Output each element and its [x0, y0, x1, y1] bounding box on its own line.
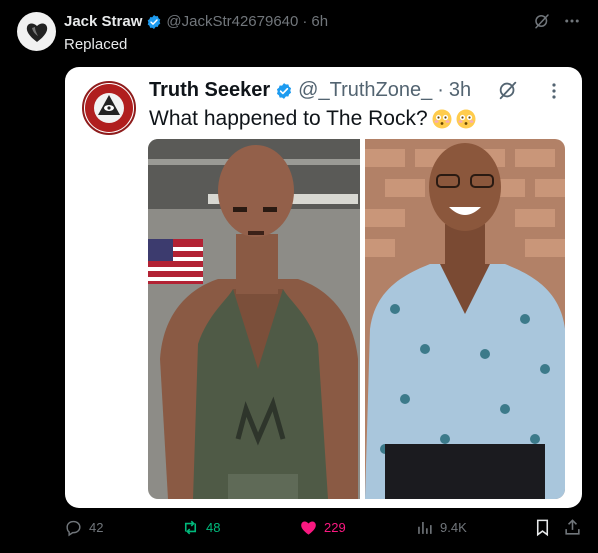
view-count: 9.4K: [440, 520, 467, 535]
share-icon: [565, 519, 580, 535]
grok-icon[interactable]: [533, 12, 551, 30]
quoted-post-text-content: What happened to The Rock?: [149, 107, 428, 130]
repost-button[interactable]: 48: [181, 518, 220, 537]
flushed-face-emoji-icon: [432, 109, 452, 129]
views-button[interactable]: 9.4K: [415, 518, 467, 537]
header-separator: ·: [302, 13, 308, 30]
photo-left-gym: [148, 139, 360, 499]
quoted-author-name[interactable]: Truth Seeker: [149, 79, 270, 102]
more-options-icon[interactable]: [563, 12, 581, 30]
quoted-author-avatar[interactable]: [82, 81, 136, 135]
author-name[interactable]: Jack Straw: [64, 13, 142, 30]
heart-filled-icon: [301, 521, 316, 535]
like-button[interactable]: 229: [299, 518, 346, 537]
reply-icon: [66, 520, 81, 537]
quoted-post-time[interactable]: 3h: [449, 79, 471, 102]
heart-photo-icon: [26, 22, 47, 42]
post-time[interactable]: 6h: [311, 13, 328, 30]
truth-zone-logo-icon: [85, 84, 133, 132]
grok-icon[interactable]: [497, 79, 519, 101]
more-options-icon[interactable]: [547, 81, 561, 101]
flushed-face-emoji-icon: [456, 109, 476, 129]
bookmark-icon: [536, 519, 549, 537]
author-avatar[interactable]: [17, 12, 56, 51]
reply-button[interactable]: 42: [64, 518, 103, 537]
analytics-icon: [418, 521, 432, 534]
verified-badge-icon: [148, 14, 161, 29]
repost-count: 48: [206, 520, 221, 535]
bookmark-button[interactable]: [533, 518, 558, 537]
post-text: Replaced: [64, 36, 128, 53]
quoted-post-card[interactable]: Truth Seeker @_TruthZone_ · 3h What happ…: [65, 67, 582, 508]
share-button[interactable]: [563, 518, 588, 537]
photo-right-smiling: [365, 139, 565, 499]
post-top-actions: [533, 12, 581, 30]
like-count: 229: [324, 520, 346, 535]
quoted-post-header: Truth Seeker @_TruthZone_ · 3h: [149, 79, 471, 102]
action-bar: 42 48 229 9.4K: [0, 518, 598, 543]
quoted-post-image[interactable]: [148, 139, 565, 499]
author-handle[interactable]: @JackStr42679640: [166, 13, 298, 30]
quoted-header-separator: ·: [437, 79, 444, 101]
quoted-author-handle[interactable]: @_TruthZone_: [298, 79, 432, 102]
quoted-post-text: What happened to The Rock?: [149, 107, 476, 131]
verified-badge-icon: [277, 82, 292, 99]
post-header: Jack Straw @JackStr42679640 · 6h: [64, 13, 328, 30]
repost-icon: [184, 520, 197, 535]
reply-count: 42: [89, 520, 104, 535]
